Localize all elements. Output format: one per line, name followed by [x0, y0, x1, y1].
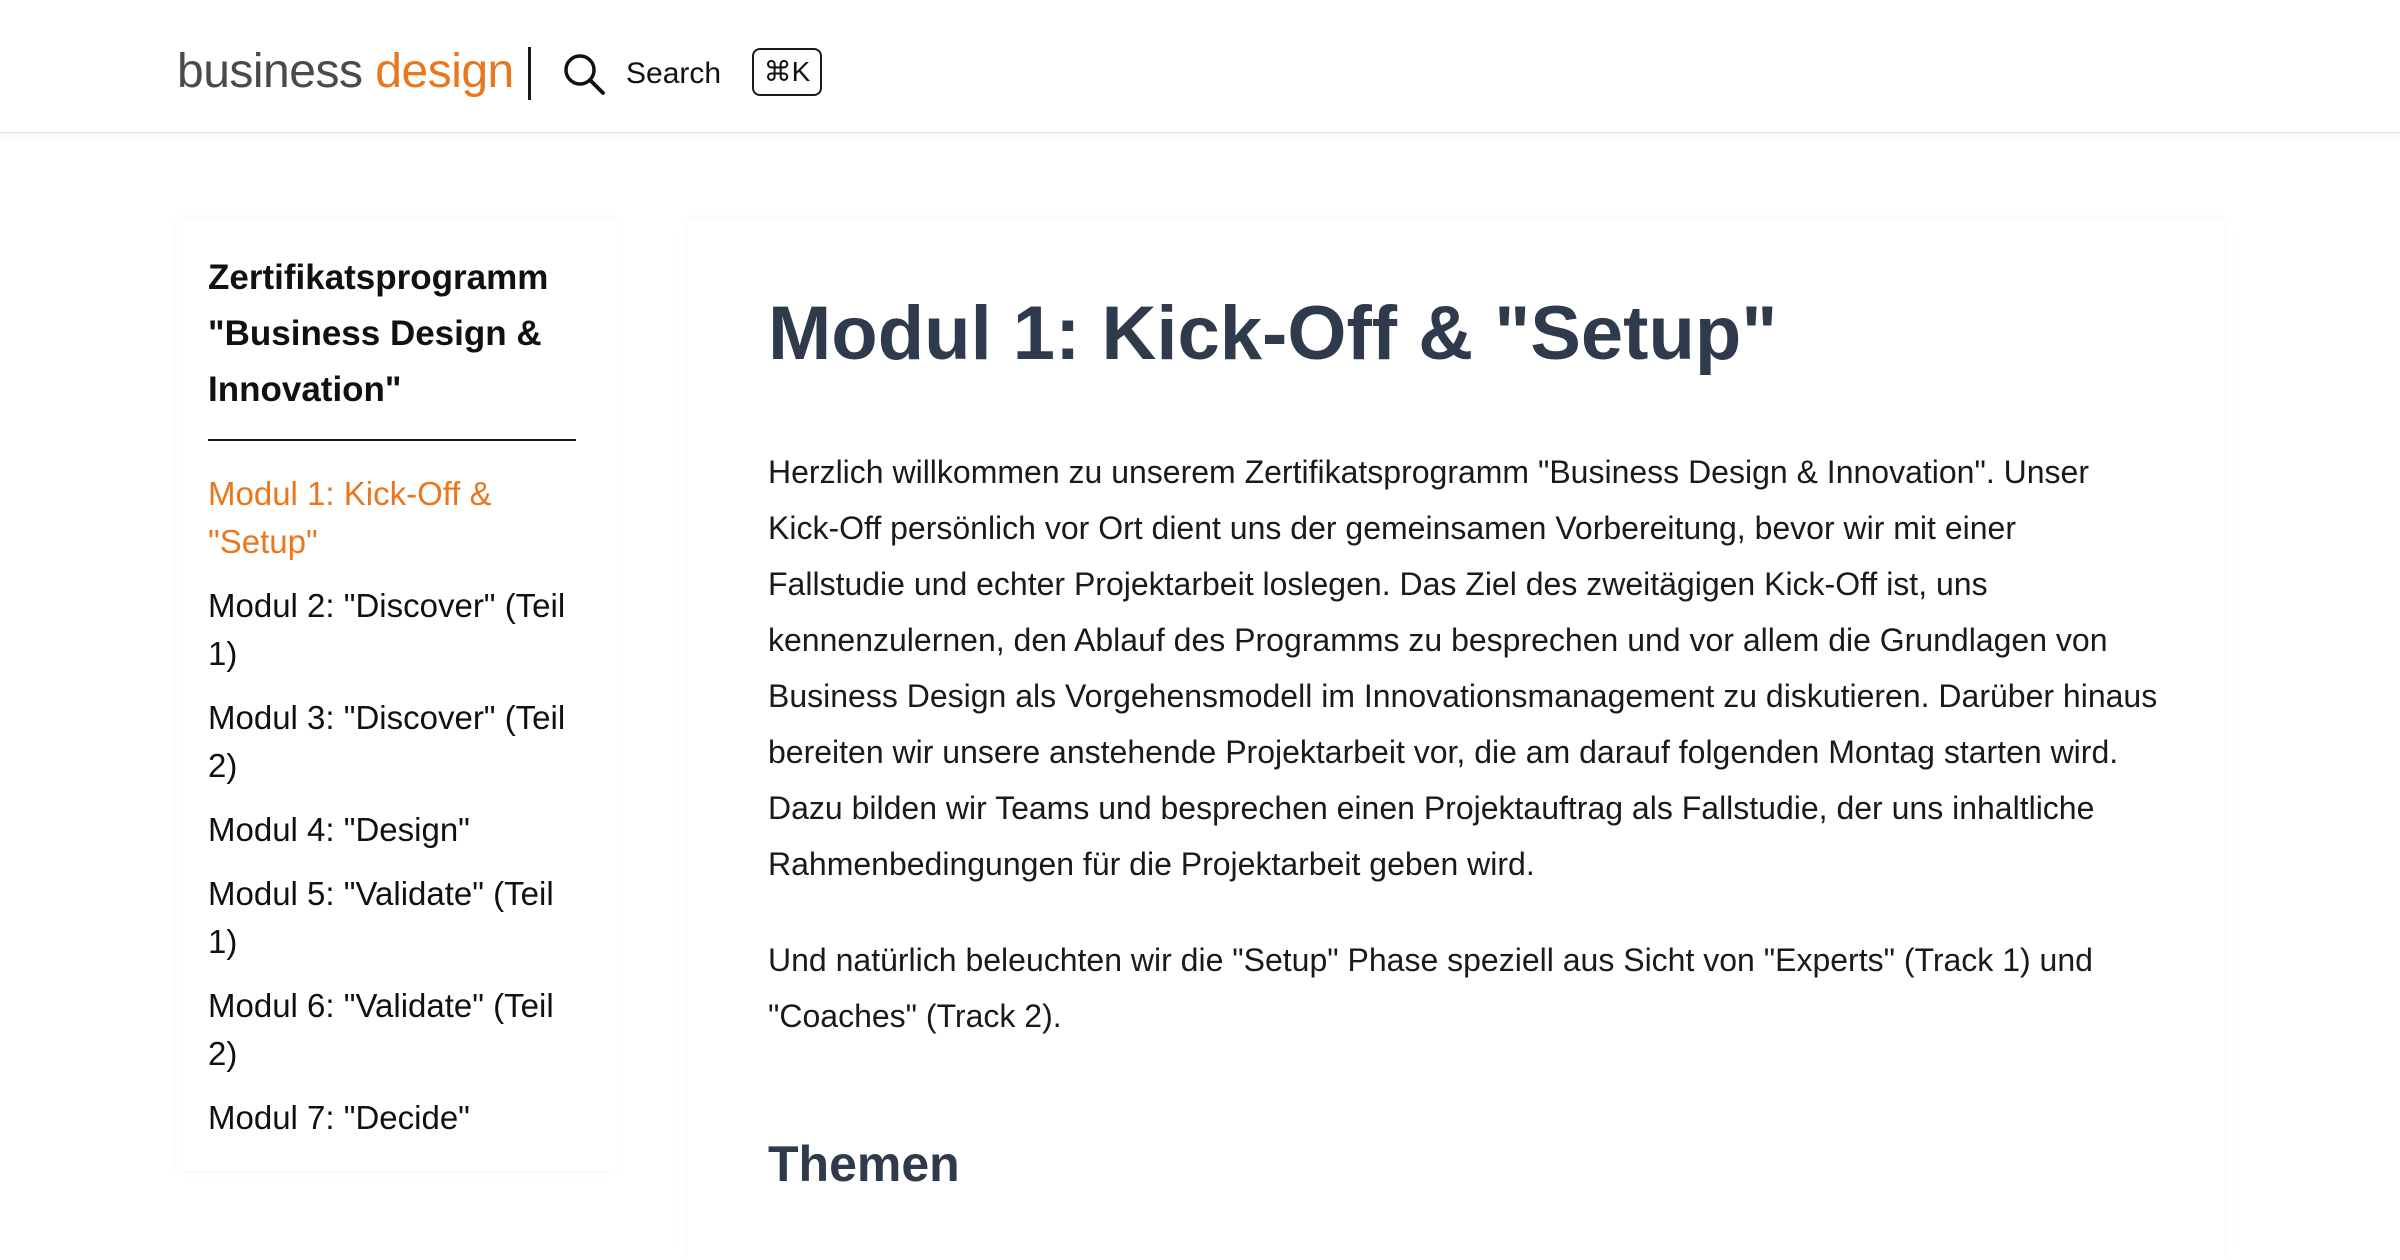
sidebar-item-modul-3[interactable]: Modul 3: "Discover" (Teil 2): [208, 694, 580, 790]
sidebar-title: Zertifikatsprogramm "Business Design & I…: [208, 258, 549, 409]
site-header: business design Search ⌘K: [0, 0, 2400, 133]
search-label: Search: [626, 57, 722, 90]
sidebar-item-modul-4[interactable]: Modul 4: "Design": [208, 806, 580, 854]
page-title: Modul 1: Kick-Off & "Setup": [768, 291, 1778, 376]
sidebar-item-modul-2[interactable]: Modul 2: "Discover" (Teil 1): [208, 582, 580, 678]
intro-paragraph: Herzlich willkommen zu unserem Zertifika…: [768, 454, 2158, 882]
sidebar-nav: Modul 1: Kick-Off & "Setup" Modul 2: "Di…: [208, 470, 580, 1158]
sidebar: Zertifikatsprogramm "Business Design & I…: [177, 220, 617, 1170]
sidebar-item-modul-1[interactable]: Modul 1: Kick-Off & "Setup": [208, 470, 580, 566]
sidebar-item-modul-5[interactable]: Modul 5: "Validate" (Teil 1): [208, 870, 580, 966]
search-button[interactable]: Search: [562, 44, 721, 104]
setup-paragraph: Und natürlich beleuchten wir die "Setup"…: [768, 942, 2093, 1034]
header-divider: [528, 47, 531, 100]
sidebar-item-modul-6[interactable]: Modul 6: "Validate" (Teil 2): [208, 982, 580, 1078]
search-shortcut-badge: ⌘K: [752, 48, 822, 96]
sidebar-item-modul-7[interactable]: Modul 7: "Decide": [208, 1094, 580, 1142]
logo-word-design: design: [375, 45, 514, 98]
main-content: Modul 1: Kick-Off & "Setup" Herzlich wil…: [688, 220, 2224, 1260]
logo-word-business: business: [177, 45, 363, 98]
site-logo[interactable]: business design: [177, 44, 514, 100]
sidebar-divider: [208, 439, 576, 441]
search-icon: [564, 54, 605, 95]
section-heading-themen: Themen: [768, 1136, 960, 1192]
